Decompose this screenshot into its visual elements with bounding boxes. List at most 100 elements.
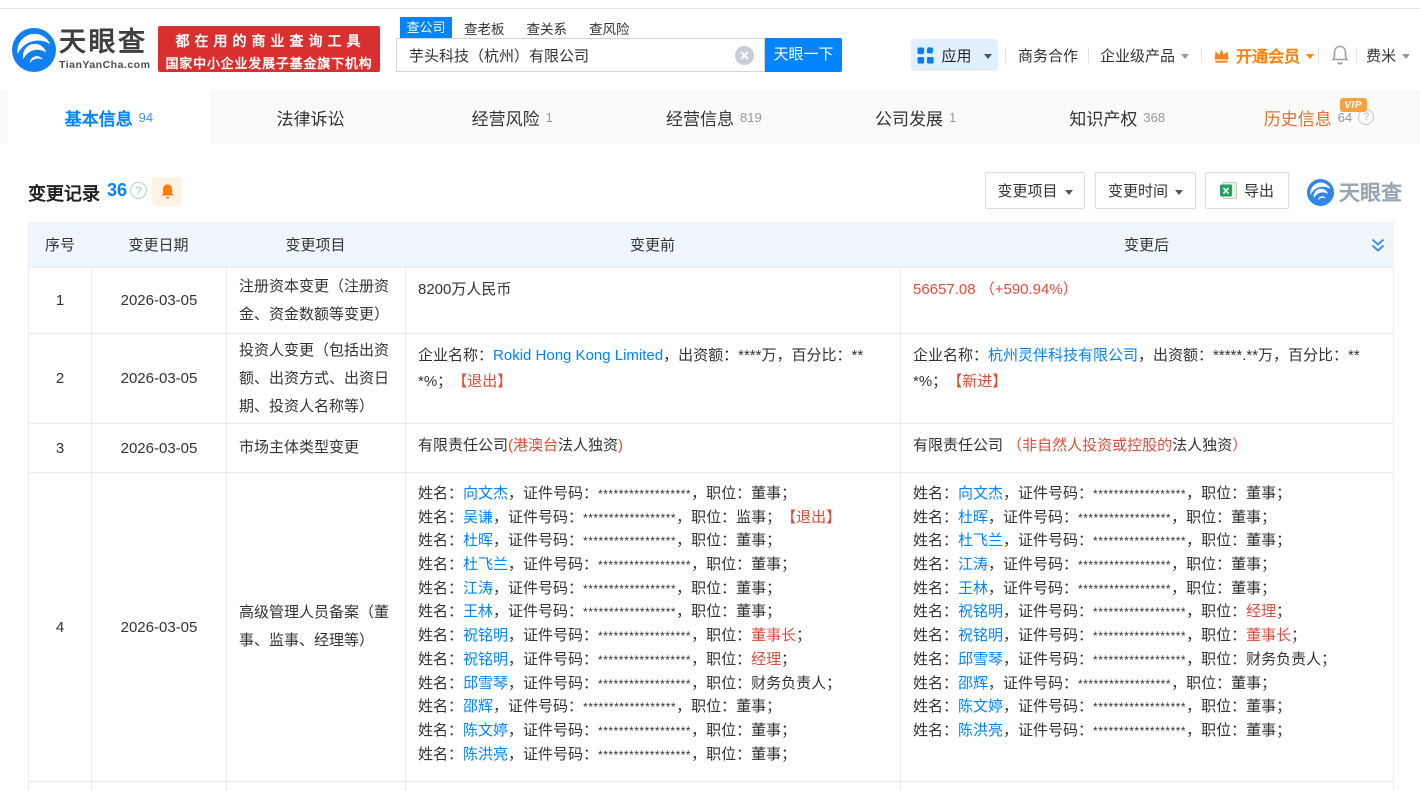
text-segment: 姓名： (418, 603, 463, 620)
entity-link[interactable]: 杜晖 (958, 509, 988, 526)
entity-link[interactable]: 向文杰 (958, 485, 1003, 502)
text-segment: 姓名： (418, 675, 463, 692)
search-input[interactable] (397, 46, 735, 65)
entity-link[interactable]: 邵辉 (463, 698, 493, 715)
entity-link[interactable]: 吴谦 (463, 509, 493, 526)
entity-link[interactable]: 陈文婷 (958, 698, 1003, 715)
text-segment: 经理 (1246, 603, 1276, 620)
entity-link[interactable]: 向文杰 (463, 485, 508, 502)
text-segment: ) (618, 437, 623, 454)
search-button[interactable]: 天眼一下 (765, 38, 842, 72)
record-line: 姓名：向文杰，证件号码：******************，职位：董事； (913, 482, 1381, 506)
entity-link[interactable]: Rokid Hong Kong Limited (493, 347, 663, 364)
entity-link[interactable]: 王林 (958, 580, 988, 597)
text-segment: ，职位：董事； (676, 698, 781, 715)
entity-link[interactable]: 邱雪琴 (958, 651, 1003, 668)
text-segment: ，证件号码： (493, 603, 583, 620)
text-segment: ，职位：董事； (1171, 509, 1276, 526)
text-segment: ，证件号码： (1003, 627, 1093, 644)
col-header-before: 变更前 (405, 222, 900, 267)
text-segment: ，职位：财务负责人； (691, 675, 841, 692)
text-segment: 姓名： (913, 509, 958, 526)
text-segment: 企业名称： (418, 347, 493, 364)
text-segment: 董事长 (1246, 627, 1291, 644)
entity-link[interactable]: 祝铭明 (958, 603, 1003, 620)
text-segment: ，证件号码： (508, 675, 598, 692)
entity-link[interactable]: 陈洪亮 (958, 722, 1003, 739)
clear-search-icon[interactable] (735, 46, 754, 65)
brand-logo[interactable]: 天眼查 TianYanCha.com (12, 28, 150, 72)
brand-domain: TianYanCha.com (59, 59, 150, 71)
text-segment: 姓名： (418, 651, 463, 668)
enterprise-product-menu[interactable]: 企业级产品 (1100, 45, 1189, 65)
record-line: 姓名：杜晖，证件号码：******************，职位：董事； (913, 506, 1381, 530)
record-line: 8200万人民币 (418, 277, 888, 303)
user-menu[interactable]: 费米 (1366, 45, 1410, 65)
row2-index: 2 (29, 334, 91, 423)
tab-operating-risk[interactable]: 经营风险 1 (411, 90, 613, 144)
tab-basic-info[interactable]: 基本信息 94 (8, 90, 210, 144)
tab-history-info[interactable]: 历史信息 64 ? VIP (1218, 90, 1420, 144)
row2-after: 企业名称：杭州灵伴科技有限公司，出资额：*****.**万，百分比：***%； … (900, 334, 1393, 423)
entity-link[interactable]: 邱雪琴 (463, 675, 508, 692)
collapse-double-chevron-icon[interactable] (1370, 238, 1386, 253)
business-coop-link[interactable]: 商务合作 (1018, 45, 1078, 65)
search-tab-relation[interactable]: 查关系 (527, 18, 568, 38)
text-segment: ，证件号码： (988, 675, 1078, 692)
tab-intellectual-property[interactable]: 知识产权 368 (1016, 90, 1218, 144)
row1-change-item: 注册资本变更（注册资金、资金数额等变更） (226, 268, 405, 333)
vip-badge: VIP (1340, 98, 1367, 112)
tab-operating-info[interactable]: 经营信息 819 (613, 90, 815, 144)
search-tabs: 查公司 查老板 查关系 查风险 (400, 17, 652, 38)
tab-legal[interactable]: 法律诉讼 (210, 90, 412, 144)
record-line: 姓名：杜飞兰，证件号码：******************，职位：董事； (913, 529, 1381, 553)
text-segment: ，证件号码： (988, 509, 1078, 526)
text-segment: （非自然人投资或控股的 (1007, 437, 1172, 454)
vip-menu[interactable]: 开通会员 (1212, 45, 1314, 65)
entity-link[interactable]: 杜飞兰 (463, 556, 508, 573)
text-segment: 姓名： (913, 675, 958, 692)
row1-date: 2026-03-05 (91, 268, 226, 333)
entity-link[interactable]: 祝铭明 (463, 651, 508, 668)
entity-link[interactable]: 江涛 (463, 580, 493, 597)
monitor-bell-button[interactable] (152, 177, 182, 206)
tab-intellectual-property-label: 知识产权 (1069, 105, 1137, 130)
export-button[interactable]: 导出 (1205, 172, 1289, 209)
record-line: 姓名：吴谦，证件号码：******************，职位：监事； 【退出… (418, 506, 888, 530)
notification-bell-icon[interactable] (1330, 44, 1350, 66)
text-segment: ，职位：董事； (691, 556, 796, 573)
row1-index: 1 (29, 268, 91, 333)
text-segment: 姓名： (913, 627, 958, 644)
entity-link[interactable]: 陈洪亮 (463, 746, 508, 763)
entity-link[interactable]: 杜飞兰 (958, 532, 1003, 549)
entity-link[interactable]: 邵辉 (958, 675, 988, 692)
entity-link[interactable]: 王林 (463, 603, 493, 620)
entity-link[interactable]: 祝铭明 (958, 627, 1003, 644)
section-help-icon[interactable]: ? (130, 182, 147, 199)
entity-link[interactable]: 祝铭明 (463, 627, 508, 644)
text-segment: 姓名： (913, 651, 958, 668)
entity-link[interactable]: 江涛 (958, 556, 988, 573)
text-segment: ，证件号码： (493, 509, 583, 526)
entity-link[interactable]: 陈文婷 (463, 722, 508, 739)
row3-change-item: 市场主体类型变更 (226, 424, 405, 472)
tab-operating-info-label: 经营信息 (666, 105, 734, 130)
filter-change-item-label: 变更项目 (997, 180, 1057, 201)
search-tab-company[interactable]: 查公司 (400, 17, 452, 38)
entity-link[interactable]: 杭州灵伴科技有限公司 (988, 347, 1138, 364)
tab-company-development-label: 公司发展 (875, 105, 943, 130)
header-separator (1005, 48, 1006, 63)
text-segment: ，职位：董事； (1171, 580, 1276, 597)
search-tab-risk[interactable]: 查风险 (589, 18, 630, 38)
apps-menu[interactable]: 应用 (911, 39, 998, 71)
search-tab-boss[interactable]: 查老板 (464, 18, 505, 38)
filter-change-time-button[interactable]: 变更时间 (1095, 172, 1196, 209)
text-segment: ，证件号码： (988, 556, 1078, 573)
filter-change-item-button[interactable]: 变更项目 (985, 172, 1085, 209)
text-segment: ，证件号码： (508, 485, 598, 502)
text-segment: ，职位： (1186, 603, 1246, 620)
tab-company-development[interactable]: 公司发展 1 (815, 90, 1017, 144)
table-row-2: 2 2026-03-05 投资人变更（包括出资额、出资方式、出资日期、投资人名称… (29, 334, 1393, 424)
entity-link[interactable]: 杜晖 (463, 532, 493, 549)
record-line: 有限责任公司 （非自然人投资或控股的法人独资） (913, 433, 1381, 459)
